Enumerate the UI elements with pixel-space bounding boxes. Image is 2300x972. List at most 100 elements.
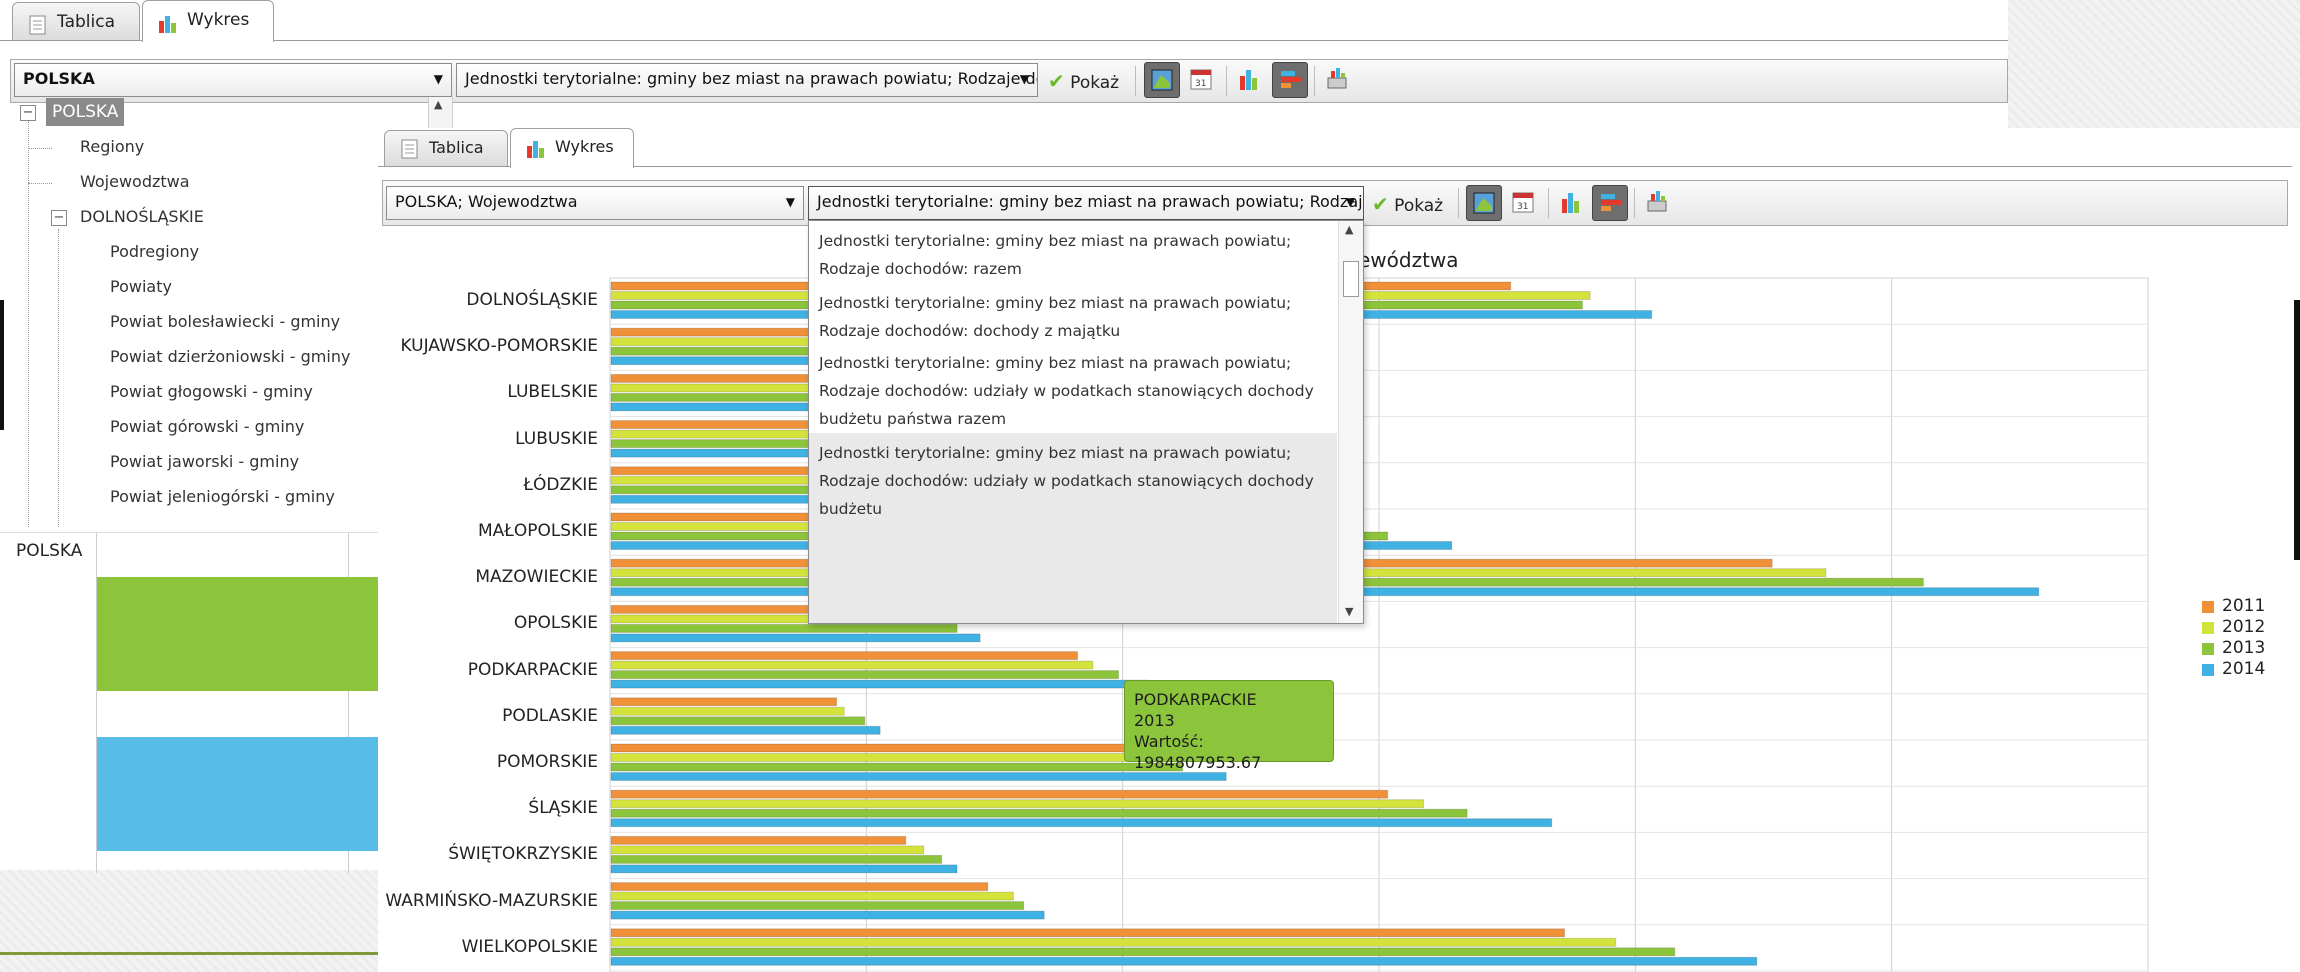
bar-2014-świętokrzyskie[interactable] <box>610 864 958 874</box>
bar-2013-podkarpackie[interactable] <box>610 670 1120 680</box>
inner-tab-wykres[interactable]: Wykres <box>510 128 634 168</box>
export-chart-icon <box>1647 191 1667 212</box>
bar-2011-wielkopolskie[interactable] <box>610 928 1566 938</box>
tree-item-powiat-jaworski[interactable]: Powiat jaworski - gminy <box>110 452 299 471</box>
bar-2014-podlaskie[interactable] <box>610 725 881 735</box>
tree-item-dolnoslaskie[interactable]: DOLNOŚLĄSKIE <box>80 207 204 226</box>
bar-2013-wielkopolskie[interactable] <box>610 947 1676 957</box>
bar-2012-podlaskie[interactable] <box>610 706 845 716</box>
inner-horizontal-bar-button[interactable] <box>1592 185 1628 221</box>
tree-item-regiony[interactable]: Regiony <box>80 137 144 156</box>
bar-2011-podlaskie[interactable] <box>610 697 838 707</box>
scroll-thumb[interactable] <box>1343 261 1359 297</box>
bar-2011-śląskie[interactable] <box>610 789 1389 799</box>
bar-2011-pomorskie[interactable] <box>610 743 1145 753</box>
outer-show-button[interactable]: ✔ Pokaż <box>1048 69 1119 93</box>
chart-tooltip: PODKARPACKIE 2013 Wartość: 1984807953.67 <box>1124 680 1334 772</box>
bar-2012-śląskie[interactable] <box>610 799 1425 809</box>
bar-2011-warmińsko-mazurskie[interactable] <box>610 882 989 892</box>
inner-map-view-button[interactable] <box>1466 185 1502 221</box>
legend-swatch <box>2202 664 2214 676</box>
tree-item-powiat-gorowski[interactable]: Powiat górowski - gminy <box>110 417 304 436</box>
bar-2014-warmińsko-mazurskie[interactable] <box>610 910 1045 920</box>
bar-2012-pomorskie[interactable] <box>610 753 1150 762</box>
tree-root-label: POLSKA <box>52 102 119 122</box>
outer-horizontal-bar-button[interactable] <box>1272 62 1308 98</box>
tree-item-powiat-boleslawiecki[interactable]: Powiat bolesławiecki - gminy <box>110 312 340 331</box>
category-label: LUBELSKIE <box>507 382 598 403</box>
inner-variable-select[interactable]: Jednostki terytorialne: gminy bez miast … <box>808 186 1364 220</box>
inner-tab-tablica[interactable]: Tablica <box>384 130 508 166</box>
tab-label: Tablica <box>57 12 115 32</box>
inner-show-button[interactable]: ✔ Pokaż <box>1372 192 1443 216</box>
legend-swatch <box>2202 643 2214 655</box>
calendar-icon: 31 <box>1190 69 1212 90</box>
dropdown-option-2[interactable]: Jednostki terytorialne: gminy bez miast … <box>809 283 1337 351</box>
tree-item-podregiony[interactable]: Podregiony <box>110 242 199 261</box>
bar-2014-śląskie[interactable] <box>610 818 1553 828</box>
outer-vertical-bar-button[interactable] <box>1232 62 1268 98</box>
category-label: PODKARPACKIE <box>467 659 598 680</box>
tree-item-wojewodztwa[interactable]: Wojewodztwa <box>80 172 190 191</box>
dropdown-option-3[interactable]: Jednostki terytorialne: gminy bez miast … <box>809 343 1337 439</box>
bar-2011-podkarpackie[interactable] <box>610 651 1079 661</box>
bar-2013-podlaskie[interactable] <box>610 716 866 726</box>
outer-variable-select[interactable]: Jednostki terytorialne: gminy bez miast … <box>456 63 1038 97</box>
outer-export-button[interactable] <box>1320 62 1356 98</box>
inner-export-button[interactable] <box>1640 185 1676 221</box>
dropdown-option-4[interactable]: Jednostki terytorialne: gminy bez miast … <box>809 433 1337 623</box>
outer-tab-bar <box>0 0 2008 41</box>
tree-item-powiat-jeleniogorski[interactable]: Powiat jeleniogórski - gminy <box>110 487 335 506</box>
check-icon: ✔ <box>1048 69 1065 93</box>
tree-guide-line <box>28 148 52 149</box>
bar-2014-wielkopolskie[interactable] <box>610 956 1758 966</box>
bar-2011-świętokrzyskie[interactable] <box>610 835 907 845</box>
category-label: WIELKOPOLSKIE <box>461 936 598 957</box>
tree-expander-root[interactable]: − <box>20 105 36 121</box>
chevron-down-icon: ▼ <box>1019 72 1029 86</box>
show-label: Pokaż <box>1394 196 1444 216</box>
table-icon <box>399 138 421 160</box>
tree-root-node[interactable]: POLSKA <box>46 98 125 126</box>
outer-map-view-button[interactable] <box>1144 62 1180 98</box>
outer-tab-wykres[interactable]: Wykres <box>142 0 274 42</box>
bar-2013-warmińsko-mazurskie[interactable] <box>610 901 1025 911</box>
bar-chart-icon <box>1240 70 1257 90</box>
bar-2014-opolskie[interactable] <box>610 633 981 643</box>
bar-2014-pomorskie[interactable] <box>610 772 1227 781</box>
inner-vertical-bar-button[interactable] <box>1554 185 1590 221</box>
scroll-up-arrow-icon[interactable]: ▲ <box>1345 223 1353 236</box>
show-label: Pokaż <box>1070 73 1120 93</box>
inner-calendar-button[interactable]: 31 <box>1506 185 1542 221</box>
tree-item-powiat-glogowski[interactable]: Powiat głogowski - gminy <box>110 382 313 401</box>
bar-2013-śląskie[interactable] <box>610 808 1468 818</box>
scroll-down-arrow-icon[interactable]: ▼ <box>1345 605 1353 618</box>
bar-2013-świętokrzyskie[interactable] <box>610 854 943 864</box>
separator <box>1634 188 1635 218</box>
legend-item-2013[interactable]: 2013 <box>2222 638 2265 658</box>
outer-calendar-button[interactable]: 31 <box>1184 62 1220 98</box>
dropdown-scrollbar[interactable]: ▲ ▼ <box>1338 221 1363 623</box>
bar-2012-wielkopolskie[interactable] <box>610 937 1617 947</box>
background-pattern-top-right <box>2008 0 2300 128</box>
export-chart-icon <box>1327 68 1347 89</box>
tree-expander-dolnoslaskie[interactable]: − <box>51 210 67 226</box>
bar-2014-podkarpackie[interactable] <box>610 679 1150 689</box>
tree-item-powiaty[interactable]: Powiaty <box>110 277 172 296</box>
bar-2012-świętokrzyskie[interactable] <box>610 845 925 855</box>
category-label: MAZOWIECKIE <box>475 567 598 588</box>
outer-tab-tablica[interactable]: Tablica <box>12 2 140 40</box>
tree-item-powiat-dzierzoniowski[interactable]: Powiat dzierżoniowski - gminy <box>110 347 350 366</box>
outer-region-select[interactable]: POLSKA ▼ <box>14 63 452 97</box>
dropdown-option-1[interactable]: Jednostki terytorialne: gminy bez miast … <box>809 221 1337 289</box>
bar-2012-warmińsko-mazurskie[interactable] <box>610 891 1014 901</box>
bar-2012-podkarpackie[interactable] <box>610 660 1094 670</box>
inner-region-select[interactable]: POLSKA; Wojewodztwa ▼ <box>386 186 804 220</box>
legend-item-2012[interactable]: 2012 <box>2222 617 2265 637</box>
legend-item-2014[interactable]: 2014 <box>2222 659 2265 679</box>
bar-2013-pomorskie[interactable] <box>610 762 1184 772</box>
scroll-up-arrow-icon[interactable]: ▲ <box>434 98 442 111</box>
bar-2013-opolskie[interactable] <box>610 623 958 633</box>
check-icon: ✔ <box>1372 192 1389 216</box>
legend-item-2011[interactable]: 2011 <box>2222 596 2265 616</box>
